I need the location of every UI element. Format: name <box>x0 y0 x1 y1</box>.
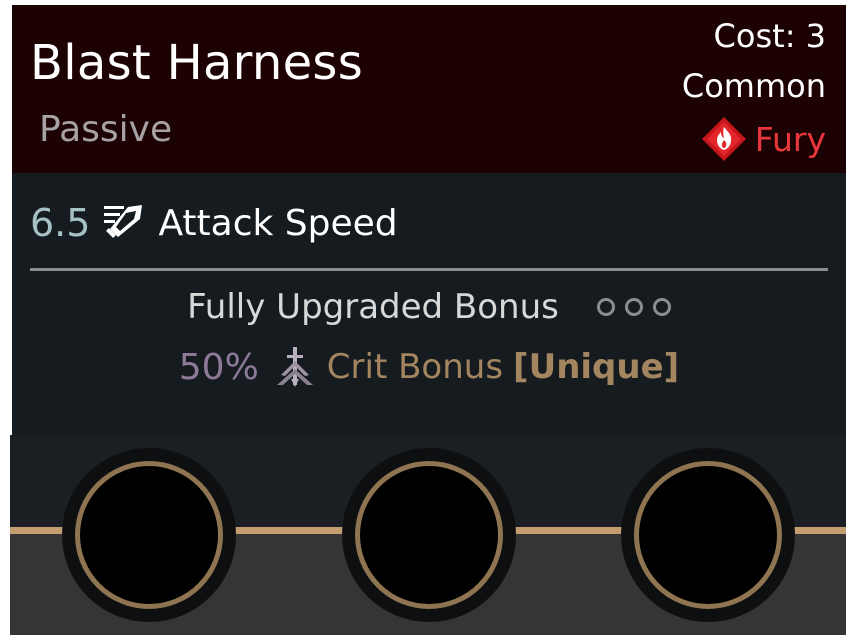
item-name: Blast Harness <box>30 35 364 91</box>
mod-slot-ring <box>355 461 503 609</box>
upgrade-pips <box>596 298 671 316</box>
upgrade-pip <box>652 298 671 316</box>
mod-slots-area <box>10 435 846 635</box>
bonus-tag: [Unique] <box>513 347 680 387</box>
item-category: Fury <box>701 116 826 162</box>
item-cost: Cost: 3 <box>713 17 826 55</box>
mod-slot-3[interactable] <box>621 448 795 622</box>
mod-slot-ring <box>634 461 782 609</box>
item-header: Blast Harness Passive Cost: 3 Common Fur… <box>12 5 846 173</box>
item-tooltip-card: Blast Harness Passive Cost: 3 Common Fur… <box>12 5 846 435</box>
upgrade-bonus-header: Fully Upgraded Bonus <box>12 287 846 327</box>
upgrade-bonus-line: 50% Crit Bonus [Unique] <box>12 345 846 389</box>
divider <box>30 268 828 271</box>
mod-slot-1[interactable] <box>62 448 236 622</box>
category-label: Fury <box>754 119 826 159</box>
stat-value: 6.5 <box>30 201 91 245</box>
tooltip-frame: Blast Harness Passive Cost: 3 Common Fur… <box>0 0 858 635</box>
bonus-value: 50% <box>178 346 259 388</box>
upgrade-bonus-title: Fully Upgraded Bonus <box>187 287 559 327</box>
mod-slot-ring <box>75 461 223 609</box>
stat-label: Attack Speed <box>158 202 398 244</box>
item-type: Passive <box>39 109 173 150</box>
crit-bonus-icon <box>273 345 317 389</box>
stat-row: 6.5 Attack Speed <box>30 201 398 245</box>
upgrade-pip <box>624 298 643 316</box>
upgrade-pip <box>596 298 615 316</box>
mod-slot-2[interactable] <box>342 448 516 622</box>
fury-icon <box>701 116 747 162</box>
item-rarity: Common <box>681 67 826 105</box>
bonus-label: Crit Bonus <box>326 347 504 387</box>
attack-speed-icon <box>102 203 144 243</box>
